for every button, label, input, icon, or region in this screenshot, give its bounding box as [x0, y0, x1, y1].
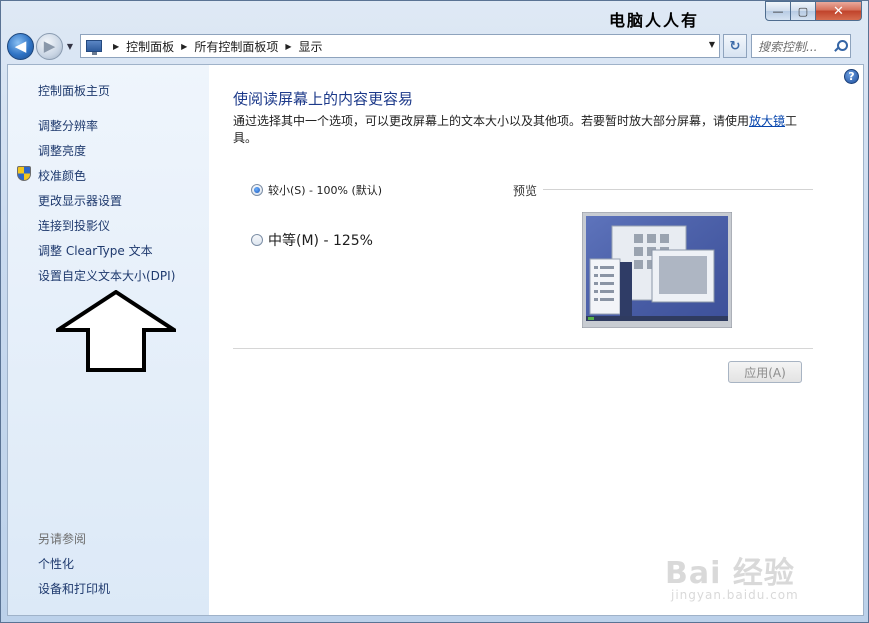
- description-text: 通过选择其中一个选项，可以更改屏幕上的文本大小以及其他项。若要暂时放大部分屏幕，…: [233, 114, 750, 128]
- sidebar-item-personalize[interactable]: 个性化: [38, 555, 74, 572]
- watermark-logo: Bai 经验: [665, 556, 795, 591]
- sidebar-item-cleartype[interactable]: 调整 ClearType 文本: [38, 242, 153, 259]
- task-sidebar: 控制面板主页 调整分辨率 调整亮度 校准颜色 更改显示器设置 连接到投影仪 调整…: [8, 65, 209, 615]
- preview-label: 预览: [513, 184, 538, 198]
- breadcrumb-control-panel[interactable]: 控制面板: [126, 38, 174, 55]
- radio-medium[interactable]: [251, 234, 263, 246]
- page-description: 通过选择其中一个选项，可以更改屏幕上的文本大小以及其他项。若要暂时放大部分屏幕，…: [233, 113, 808, 147]
- overlay-caption: 电脑人人有: [609, 11, 700, 30]
- page-title: 使阅读屏幕上的内容更容易: [233, 90, 414, 108]
- close-button[interactable]: ✕: [816, 1, 862, 21]
- magnifier-link[interactable]: 放大镜: [749, 114, 785, 128]
- control-panel-window: 电脑人人有 — ▢ ✕ ◀ ▶ ▼ ▶ 控制面板 ▶ 所有控制面板项 ▶ 显示 …: [0, 0, 869, 623]
- sidebar-item-display-settings[interactable]: 更改显示器设置: [38, 192, 122, 209]
- back-button[interactable]: ◀: [7, 32, 34, 60]
- breadcrumb-chevron-icon[interactable]: ▶: [285, 42, 291, 51]
- control-panel-icon: [86, 40, 102, 55]
- breadcrumb-display[interactable]: 显示: [299, 38, 323, 55]
- sidebar-item-brightness[interactable]: 调整亮度: [38, 142, 86, 159]
- address-dropdown-icon[interactable]: ▼: [709, 40, 715, 49]
- window-controls: — ▢ ✕: [765, 1, 862, 21]
- uac-shield-icon: [17, 166, 31, 181]
- minimize-button[interactable]: —: [765, 1, 791, 21]
- breadcrumb-all-items[interactable]: 所有控制面板项: [194, 38, 278, 55]
- address-bar[interactable]: ▶ 控制面板 ▶ 所有控制面板项 ▶ 显示 ▼: [80, 34, 720, 58]
- search-icon[interactable]: [834, 40, 848, 52]
- baidu-watermark: Bai 经验 jingyan.baidu.com: [665, 548, 799, 602]
- recent-pages-dropdown[interactable]: ▼: [64, 42, 76, 51]
- see-also-heading: 另请参阅: [38, 532, 87, 546]
- sidebar-control-panel-home[interactable]: 控制面板主页: [38, 82, 110, 99]
- maximize-button[interactable]: ▢: [791, 1, 816, 21]
- preview-divider: [543, 189, 813, 190]
- title-bar[interactable]: 电脑人人有 — ▢ ✕: [1, 1, 868, 31]
- sidebar-item-projector[interactable]: 连接到投影仪: [38, 217, 110, 234]
- search-placeholder: 搜索控制...: [758, 39, 818, 54]
- option-smaller-label[interactable]: 较小(S) - 100% (默认): [268, 182, 382, 198]
- preview-image: [582, 212, 732, 328]
- option-smaller[interactable]: 较小(S) - 100% (默认): [251, 182, 382, 198]
- watermark-url: jingyan.baidu.com: [671, 588, 799, 602]
- sidebar-item-resolution[interactable]: 调整分辨率: [38, 117, 98, 134]
- apply-button[interactable]: 应用(A): [728, 361, 802, 383]
- refresh-button[interactable]: ↻: [723, 34, 747, 58]
- sidebar-item-devices-printers[interactable]: 设备和打印机: [38, 580, 110, 597]
- option-medium-label[interactable]: 中等(M) - 125%: [268, 230, 373, 250]
- up-arrow-icon: [56, 290, 176, 372]
- navigation-bar: ◀ ▶ ▼ ▶ 控制面板 ▶ 所有控制面板项 ▶ 显示 ▼ ↻ 搜索控制...: [7, 32, 864, 60]
- main-panel: 使阅读屏幕上的内容更容易 通过选择其中一个选项，可以更改屏幕上的文本大小以及其他…: [233, 65, 858, 615]
- forward-button[interactable]: ▶: [36, 32, 63, 60]
- breadcrumb-chevron-icon[interactable]: ▶: [181, 42, 187, 51]
- option-medium[interactable]: 中等(M) - 125%: [251, 230, 373, 250]
- search-input[interactable]: 搜索控制...: [751, 34, 851, 58]
- breadcrumb-chevron-icon[interactable]: ▶: [113, 42, 119, 51]
- options-divider: [233, 348, 813, 349]
- radio-smaller[interactable]: [251, 184, 263, 196]
- client-area: 控制面板主页 调整分辨率 调整亮度 校准颜色 更改显示器设置 连接到投影仪 调整…: [7, 64, 864, 616]
- sidebar-item-calibrate-color[interactable]: 校准颜色: [38, 167, 86, 184]
- sidebar-item-custom-dpi[interactable]: 设置自定义文本大小(DPI): [38, 267, 175, 284]
